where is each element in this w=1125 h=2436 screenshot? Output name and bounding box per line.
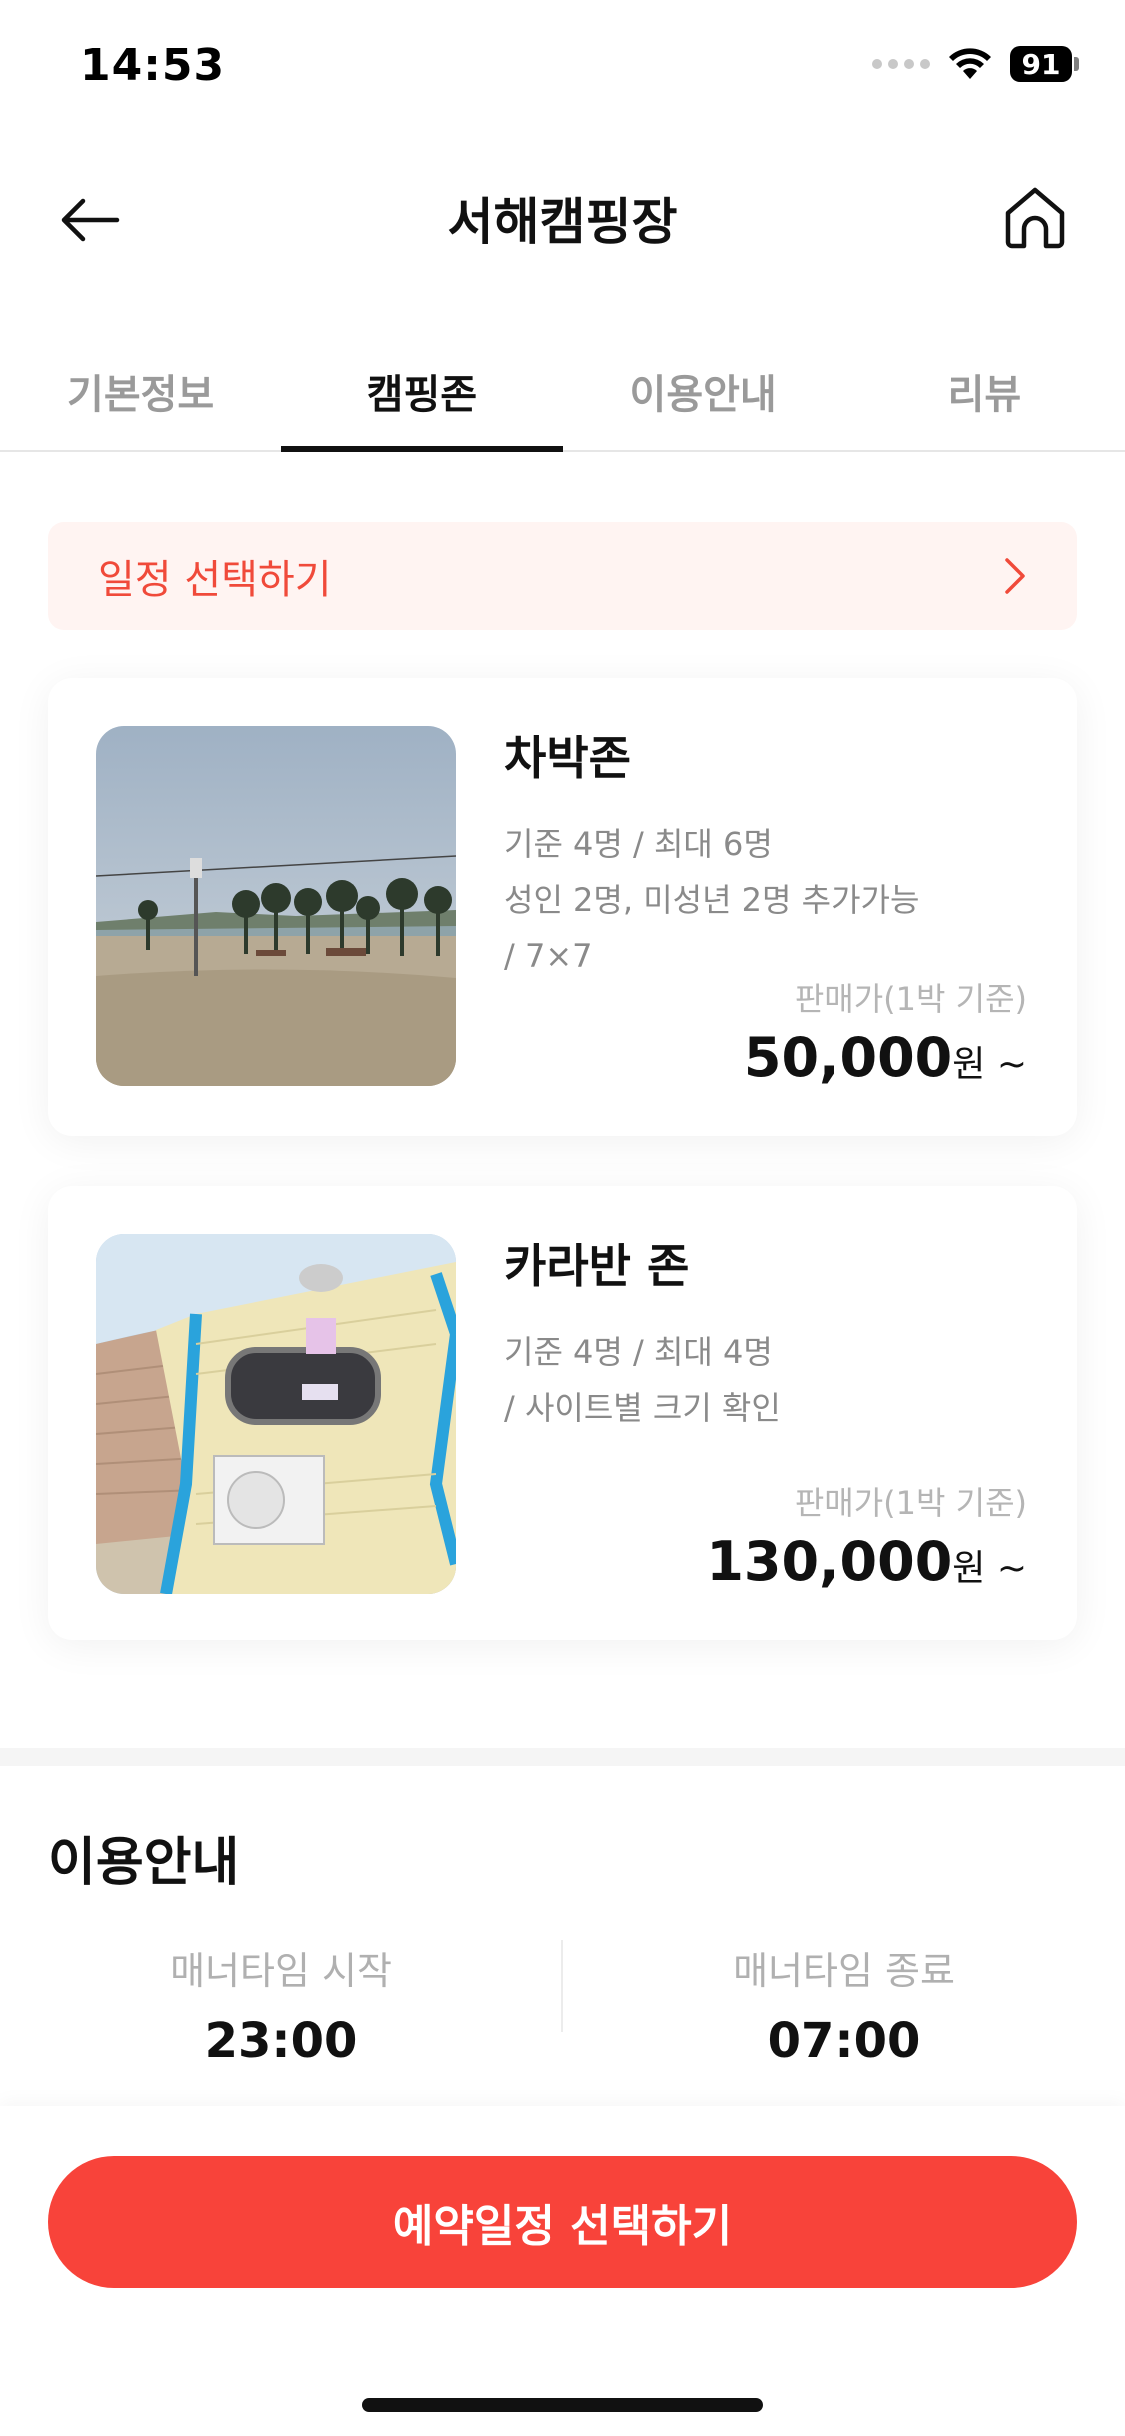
zone-price-area: 판매가(1박 기준) 50,000원 ~	[744, 974, 1027, 1089]
home-button[interactable]	[995, 178, 1075, 258]
page-title: 서해캠핑장	[447, 193, 678, 251]
zone-card-caravan[interactable]: 카라반 존 기준 4명 / 최대 4명 / 사이트별 크기 확인 판매가(1박 …	[48, 1186, 1077, 1640]
zone-thumbnail-caravan	[96, 1234, 456, 1594]
wifi-icon	[949, 48, 991, 79]
tab-basic-info[interactable]: 기본정보	[0, 340, 281, 450]
zone-info: 차박존 기준 4명 / 최대 6명 성인 2명, 미성년 2명 추가가능 / 7…	[504, 722, 1027, 984]
tab-bar: 기본정보 캠핑존 이용안내 리뷰	[0, 340, 1125, 452]
reserve-schedule-button[interactable]: 예약일정 선택하기	[48, 2156, 1077, 2288]
home-indicator	[362, 2398, 763, 2412]
price-label: 판매가(1박 기준)	[794, 980, 1027, 1018]
status-indicators: 91	[872, 46, 1079, 82]
cellular-signal-icon	[872, 59, 930, 69]
tab-usage-guide[interactable]: 이용안내	[563, 340, 844, 450]
zone-title: 차박존	[504, 731, 631, 785]
zone-site-size: / 사이트별 크기 확인	[504, 1389, 781, 1427]
price-unit: 원 ~	[952, 1044, 1027, 1085]
manner-start-time: 23:00	[204, 2013, 358, 2069]
manner-time-start: 매너타임 시작 23:00	[0, 1940, 562, 2069]
zone-thumbnail-car-camping	[96, 726, 456, 1086]
tab-reviews[interactable]: 리뷰	[844, 340, 1125, 450]
bottom-action-bar: 예약일정 선택하기	[0, 2106, 1125, 2436]
manner-start-label: 매너타임 시작	[170, 1949, 392, 1993]
price-unit: 원 ~	[952, 1548, 1027, 1589]
status-bar: 14:53 91	[0, 0, 1125, 140]
status-time: 14:53	[80, 40, 226, 91]
zone-title: 카라반 존	[504, 1239, 690, 1293]
zone-capacity: 기준 4명 / 최대 6명	[504, 825, 773, 863]
tab-camping-zone[interactable]: 캠핑존	[281, 340, 563, 452]
zone-card-car-camping[interactable]: 차박존 기준 4명 / 최대 6명 성인 2명, 미성년 2명 추가가능 / 7…	[48, 678, 1077, 1136]
home-icon	[1005, 187, 1065, 249]
price-value: 130,000	[706, 1530, 953, 1593]
battery-level: 91	[1010, 46, 1072, 82]
battery-icon: 91	[1010, 46, 1079, 82]
zone-capacity: 기준 4명 / 최대 4명	[504, 1333, 773, 1371]
manner-end-label: 매너타임 종료	[733, 1949, 955, 1993]
schedule-select-label: 일정 선택하기	[98, 557, 332, 603]
manner-time-end: 매너타임 종료 07:00	[563, 1940, 1125, 2069]
zone-price-area: 판매가(1박 기준) 130,000원 ~	[706, 1478, 1027, 1593]
navigation-header: 서해캠핑장	[0, 140, 1125, 290]
section-divider	[0, 1748, 1125, 1766]
zone-info: 카라반 존 기준 4명 / 최대 4명 / 사이트별 크기 확인	[504, 1230, 1027, 1436]
chevron-right-icon	[1005, 558, 1025, 594]
price-value: 50,000	[743, 1026, 953, 1089]
manner-end-time: 07:00	[767, 2013, 921, 2069]
zone-extra-guests: 성인 2명, 미성년 2명 추가가능	[504, 881, 920, 919]
price-label: 판매가(1박 기준)	[794, 1484, 1027, 1522]
usage-guide-title: 이용안내	[48, 1833, 240, 1893]
schedule-select-bar[interactable]: 일정 선택하기	[48, 522, 1077, 630]
